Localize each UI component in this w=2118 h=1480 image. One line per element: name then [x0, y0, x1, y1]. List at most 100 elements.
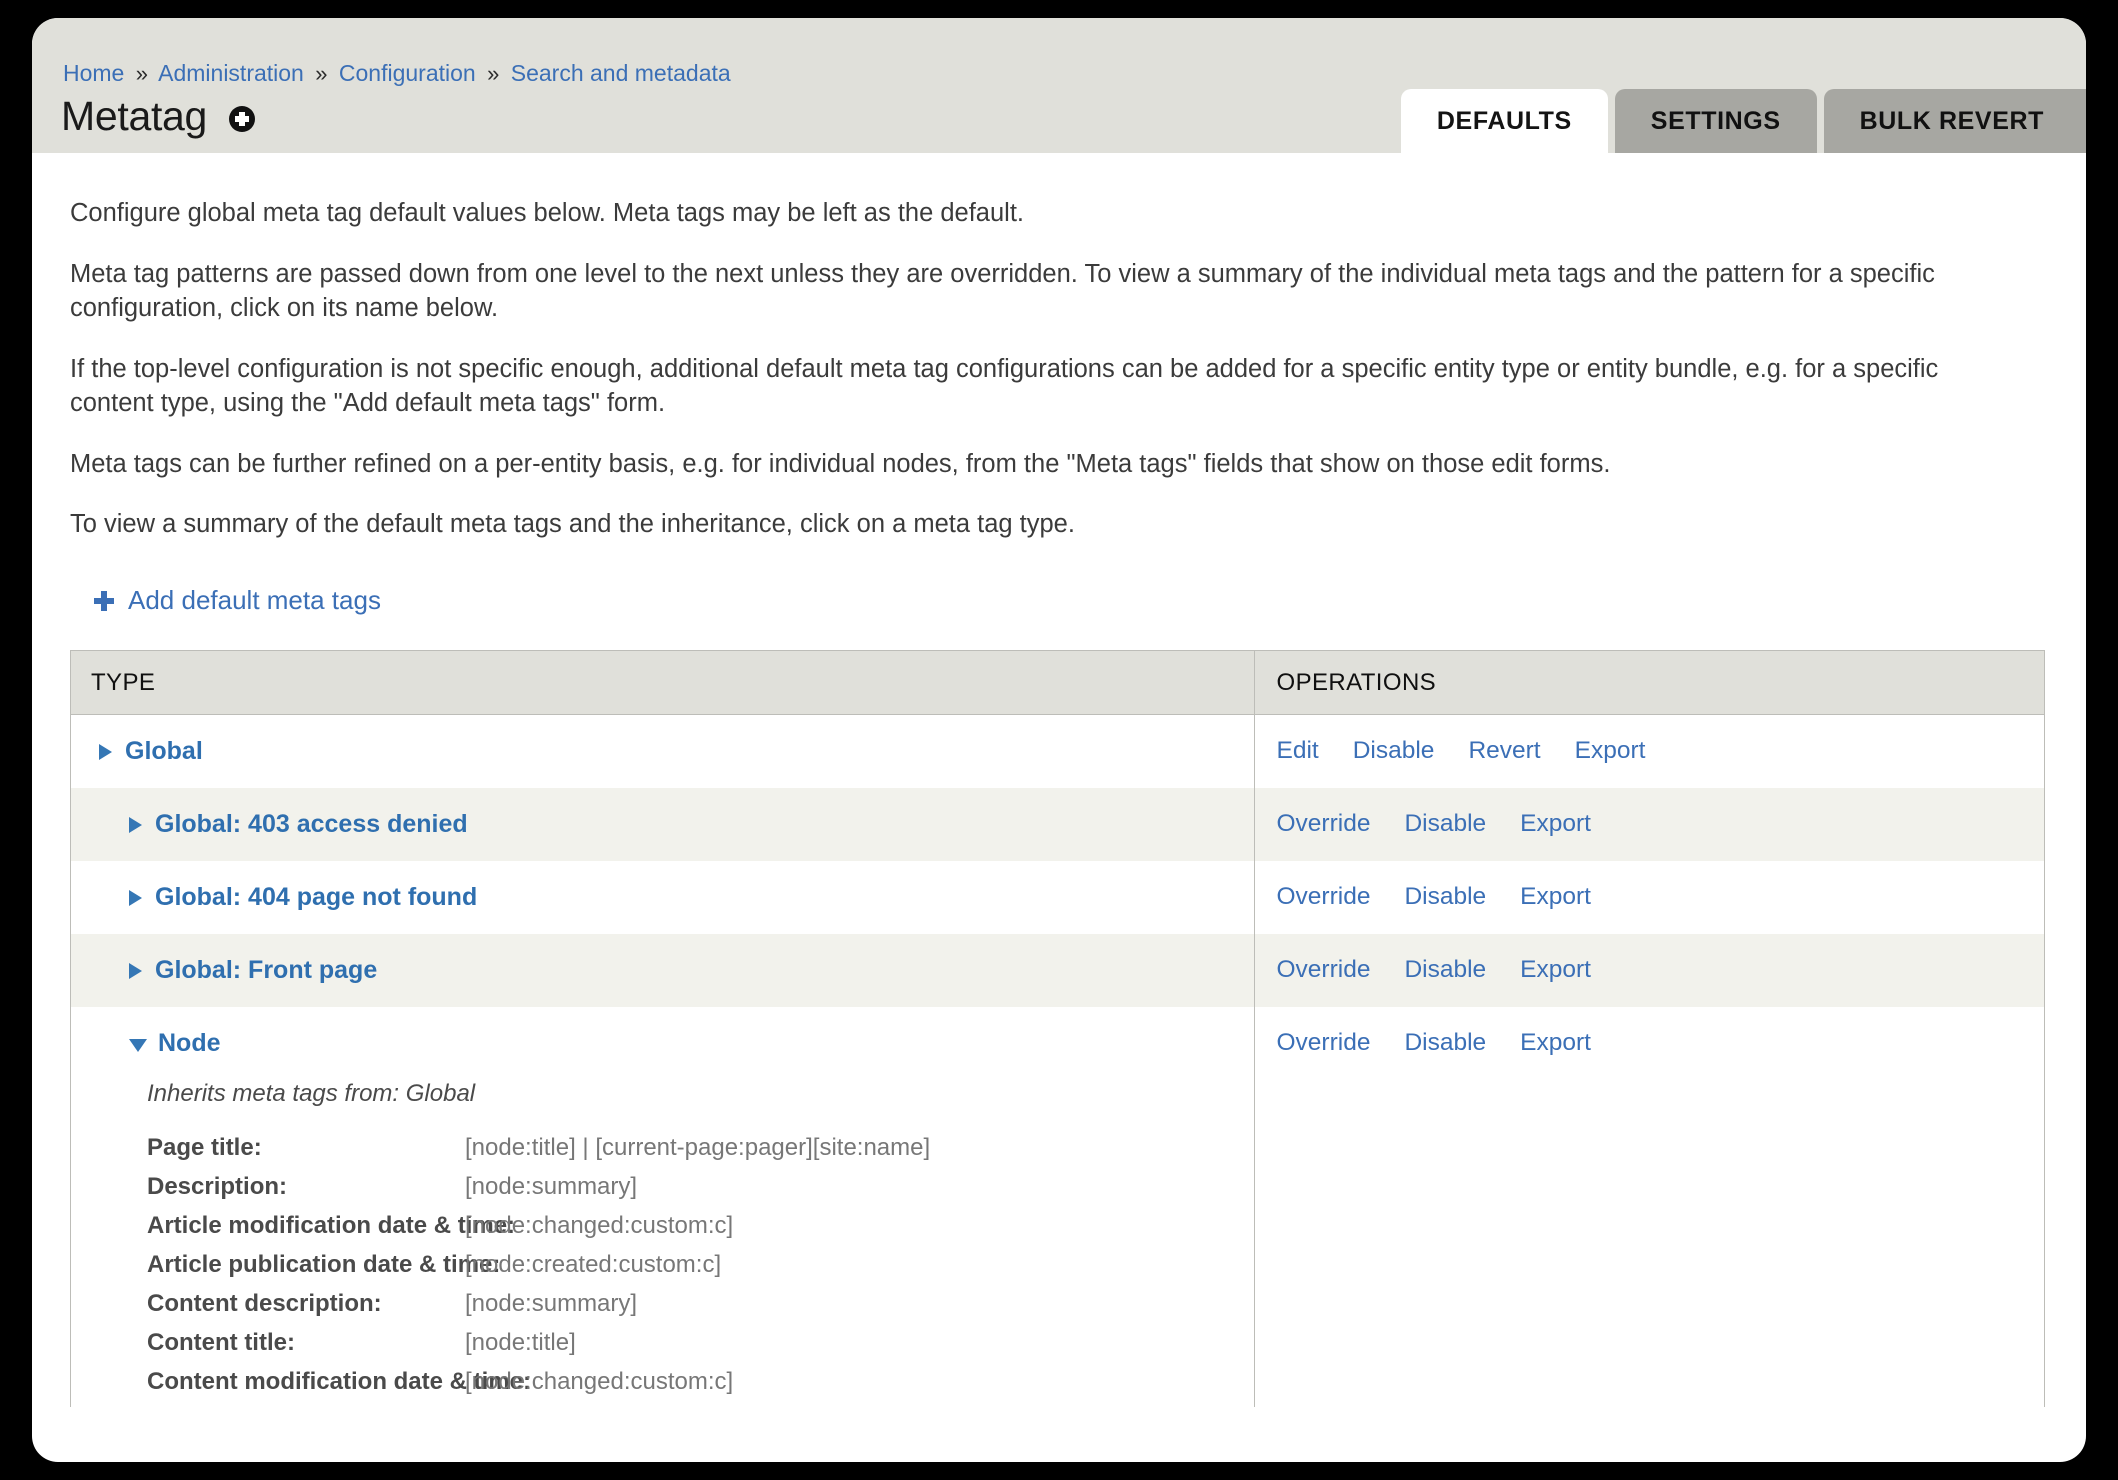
add-default-meta-tags-label: Add default meta tags [128, 585, 381, 616]
type-cell-inner: Global: 404 page not found [71, 861, 1254, 934]
meta-tag-summary-list: Page title: [node:title] | [current-page… [71, 1134, 1254, 1396]
tab-defaults[interactable]: DEFAULTS [1400, 89, 1608, 153]
meta-tag-key: Content modification date & time: [147, 1368, 531, 1396]
type-cell-inner: Global: Front page [71, 934, 1254, 1007]
operation-revert[interactable]: Revert [1468, 737, 1540, 765]
operation-override[interactable]: Override [1277, 883, 1371, 911]
operation-export[interactable]: Export [1520, 810, 1591, 838]
table-row: Node Inherits meta tags from: Global Pag… [71, 1007, 2045, 1408]
type-cell: Global: 403 access denied [71, 788, 1255, 862]
column-header-operations: OPERATIONS [1254, 651, 2044, 716]
operations-list: Override Disable Export [1255, 934, 2045, 1006]
type-cell-inner: Global [71, 715, 1254, 788]
meta-tag-row: Article publication date & time: [node:c… [147, 1251, 1254, 1279]
meta-tag-value: [node:changed:custom:c] [465, 1212, 734, 1240]
intro-paragraph: To view a summary of the default meta ta… [70, 510, 1075, 539]
type-cell: Global [71, 714, 1255, 789]
breadcrumb-item-home[interactable]: Home [63, 60, 124, 86]
meta-tag-row: Content description: [node:summary] [147, 1290, 1254, 1318]
page-title: Metatag [61, 93, 208, 139]
table-header-row: TYPE OPERATIONS [71, 651, 2044, 716]
triangle-right-icon[interactable] [99, 743, 112, 760]
triangle-right-icon[interactable] [129, 962, 142, 979]
type-cell-inner: Global: 403 access denied [71, 788, 1254, 861]
table-row: Global Edit Disable Revert Export [71, 714, 2044, 789]
type-cell-inner: Node [71, 1007, 1254, 1080]
intro-paragraph: If the top-level configuration is not sp… [70, 354, 1939, 417]
type-link-global-front-page[interactable]: Global: Front page [155, 956, 377, 985]
triangle-right-icon[interactable] [129, 889, 142, 906]
operations-list: Override Disable Export [1255, 1007, 2045, 1079]
triangle-down-icon[interactable] [129, 1039, 147, 1053]
tab-settings-label: SETTINGS [1650, 106, 1781, 135]
intro-paragraph: Meta tags can be further refined on a pe… [70, 449, 1611, 478]
operation-disable[interactable]: Disable [1404, 956, 1486, 984]
meta-tag-key: Content title: [147, 1329, 295, 1357]
operation-override[interactable]: Override [1277, 1029, 1371, 1057]
tab-settings[interactable]: SETTINGS [1614, 89, 1817, 153]
meta-tag-row: Page title: [node:title] | [current-page… [147, 1134, 1254, 1162]
meta-tag-value: [node:created:custom:c] [465, 1251, 722, 1279]
breadcrumb-separator: » [315, 61, 328, 86]
page-shell: Home » Administration » Configuration » … [32, 18, 2086, 1462]
plus-circle-icon[interactable] [229, 105, 256, 132]
table-row: Global: Front page Override Disable Expo… [71, 934, 2045, 1008]
operation-disable[interactable]: Disable [1353, 737, 1435, 765]
meta-tag-value: [node:title] | [current-page:pager][site… [465, 1134, 931, 1162]
type-link-global-404[interactable]: Global: 404 page not found [155, 883, 477, 912]
tab-bulk-revert[interactable]: BULK REVERT [1823, 89, 2086, 153]
intro-paragraph: Meta tag patterns are passed down from o… [70, 259, 1935, 322]
tab-bulk-revert-label: BULK REVERT [1859, 106, 2044, 135]
page-title-row: Metatag [61, 93, 256, 139]
operations-cell: Override Disable Export [1254, 861, 2045, 935]
breadcrumb-separator: » [135, 61, 148, 86]
meta-tag-key: Page title: [147, 1134, 262, 1162]
operation-disable[interactable]: Disable [1404, 810, 1486, 838]
primary-tabs: DEFAULTS SETTINGS BULK REVERT [1400, 89, 2086, 153]
meta-tag-key: Article modification date & time: [147, 1212, 516, 1240]
meta-tag-row: Article modification date & time: [node:… [147, 1212, 1254, 1240]
tab-defaults-label: DEFAULTS [1436, 106, 1572, 135]
operation-export[interactable]: Export [1520, 1029, 1591, 1057]
operation-export[interactable]: Export [1575, 737, 1646, 765]
operations-list: Override Disable Export [1255, 788, 2045, 860]
breadcrumb-item-search-and-metadata[interactable]: Search and metadata [511, 60, 731, 86]
type-link-global-403[interactable]: Global: 403 access denied [155, 810, 468, 839]
intro-text: Configure global meta tag default values… [32, 153, 2086, 542]
operation-override[interactable]: Override [1277, 810, 1371, 838]
operations-cell: Edit Disable Revert Export [1254, 714, 2044, 789]
add-default-meta-tags-link[interactable]: Add default meta tags [94, 585, 381, 616]
metatag-defaults-table-wrapper: TYPE OPERATIONS Global Edit Disable Reve… [70, 650, 2045, 1408]
meta-tag-row: Description: [node:summary] [147, 1173, 1254, 1201]
operations-cell: Override Disable Export [1254, 934, 2045, 1008]
breadcrumb-separator: » [487, 61, 500, 86]
meta-tag-key: Content description: [147, 1290, 382, 1318]
operation-export[interactable]: Export [1520, 883, 1591, 911]
column-header-type: TYPE [71, 651, 1255, 716]
breadcrumb-item-configuration[interactable]: Configuration [339, 60, 476, 86]
meta-tag-key: Description: [147, 1173, 288, 1201]
type-link-global[interactable]: Global [125, 737, 203, 766]
plus-icon [94, 590, 114, 611]
operation-override[interactable]: Override [1277, 956, 1371, 984]
table-row: Global: 403 access denied Override Disab… [71, 788, 2045, 862]
meta-tag-row: Content modification date & time: [node:… [147, 1368, 1254, 1396]
operation-disable[interactable]: Disable [1404, 883, 1486, 911]
operation-edit[interactable]: Edit [1277, 737, 1319, 765]
meta-tag-value: [node:summary] [465, 1173, 638, 1201]
operation-export[interactable]: Export [1520, 956, 1591, 984]
operation-disable[interactable]: Disable [1404, 1029, 1486, 1057]
intro-paragraph: Configure global meta tag default values… [70, 199, 1024, 227]
type-cell: Global: 404 page not found [71, 861, 1255, 935]
meta-tag-value: [node:changed:custom:c] [465, 1368, 734, 1396]
triangle-right-icon[interactable] [129, 816, 142, 833]
meta-tag-row: Content title: [node:title] [147, 1329, 1254, 1357]
breadcrumb-item-administration[interactable]: Administration [158, 60, 304, 86]
operations-list: Override Disable Export [1255, 861, 2045, 933]
meta-tag-value: [node:title] [465, 1329, 576, 1357]
type-cell: Global: Front page [71, 934, 1255, 1008]
inherits-note: Inherits meta tags from: Global [147, 1080, 476, 1108]
type-link-node[interactable]: Node [158, 1029, 221, 1058]
operations-cell: Override Disable Export [1254, 1007, 2045, 1408]
main-content: Configure global meta tag default values… [32, 153, 2086, 1408]
